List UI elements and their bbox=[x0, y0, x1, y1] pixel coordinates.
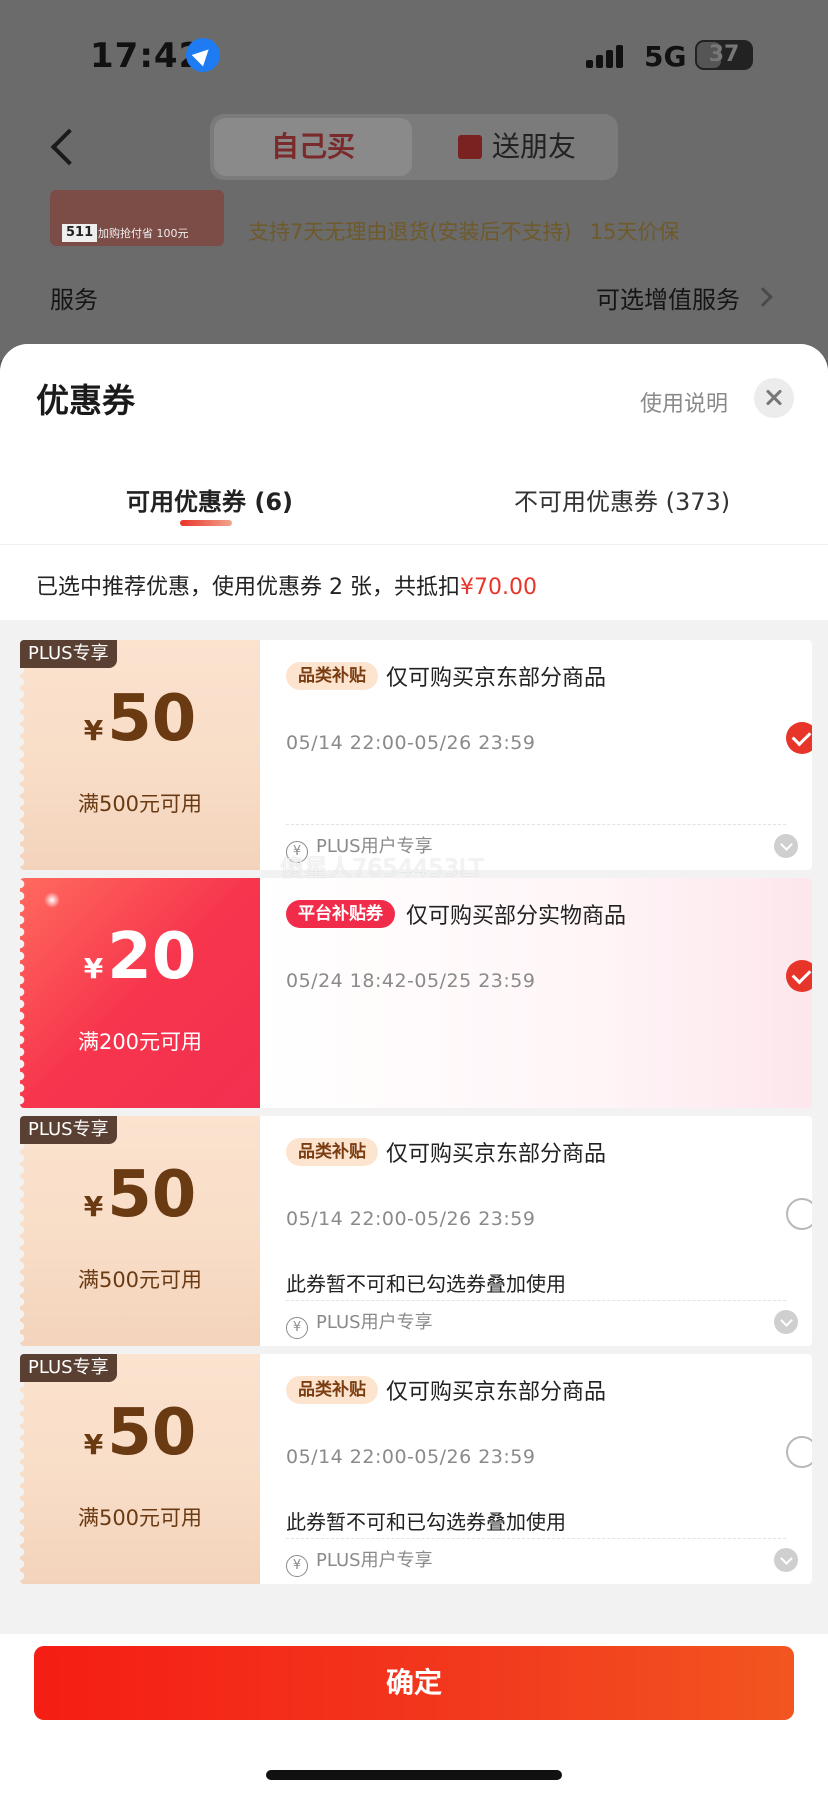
coupon-description: 仅可购买京东部分商品 bbox=[386, 1142, 607, 1167]
close-icon[interactable] bbox=[754, 378, 794, 418]
category-subsidy-tag: 品类补贴 bbox=[286, 1138, 378, 1166]
plus-user-note: ¥ PLUS用户专享 bbox=[286, 1546, 433, 1577]
coupon-threshold: 满500元可用 bbox=[77, 1268, 203, 1292]
coupon-value-panel: PLUS专享 ¥50 满500元可用 bbox=[20, 1116, 260, 1346]
coupon-threshold: 满200元可用 bbox=[77, 1030, 203, 1054]
coupon-threshold: 满500元可用 bbox=[77, 792, 203, 816]
tab-send-to-friend-label: 送朋友 bbox=[491, 130, 576, 163]
coupon-card[interactable]: PLUS专享 ¥50 满500元可用 品类补贴 仅可购买京东部分商品 05/14… bbox=[20, 1354, 812, 1584]
coupon-sheet: 优惠券 使用说明 可用优惠券 (6) 不可用优惠券 (373) 已选中推荐优惠，… bbox=[0, 344, 828, 1795]
coupon-amount: ¥50 bbox=[83, 682, 197, 756]
coupon-card[interactable]: PLUS专享 ¥50 满500元可用 品类补贴 仅可购买京东部分商品 05/14… bbox=[20, 640, 812, 870]
coupon-amount: ¥50 bbox=[83, 1396, 197, 1470]
platform-subsidy-tag: 平台补贴券 bbox=[286, 900, 395, 928]
coupon-value-panel: PLUS专享 ¥50 满500元可用 bbox=[20, 1354, 260, 1584]
tab-available-coupons[interactable]: 可用优惠券 (6) bbox=[126, 482, 293, 517]
coupon-validity: 05/14 22:00-05/26 23:59 bbox=[286, 1208, 536, 1230]
battery-level: 37 bbox=[708, 42, 740, 67]
coupon-detail-panel: 平台补贴券 仅可购买部分实物商品 05/24 18:42-05/25 23:59 bbox=[260, 878, 812, 1108]
checkbox-unchecked-icon[interactable] bbox=[786, 1198, 812, 1230]
divider bbox=[286, 1300, 786, 1301]
sheet-header: 优惠券 使用说明 可用优惠券 (6) 不可用优惠券 (373) bbox=[0, 344, 828, 544]
return-policy-text: 支持7天无理由退货(安装后不支持) 15天价保 bbox=[248, 220, 680, 244]
service-label: 服务 bbox=[50, 286, 98, 314]
coupon-description: 仅可购买部分实物商品 bbox=[406, 904, 627, 929]
service-row[interactable]: 服务 可选增值服务 bbox=[0, 268, 828, 338]
service-value: 可选增值服务 bbox=[596, 286, 740, 314]
yen-circle-icon: ¥ bbox=[286, 1317, 308, 1339]
promo-row: 511 加购抢付省 100元 支持7天无理由退货(安装后不支持) 15天价保 bbox=[0, 188, 828, 268]
active-tab-indicator bbox=[180, 520, 232, 526]
nav-bar: 自己买 送朋友 bbox=[0, 108, 828, 188]
chevron-right-icon bbox=[753, 287, 773, 307]
divider bbox=[286, 824, 786, 825]
purchase-mode-switch: 自己买 送朋友 bbox=[210, 114, 618, 180]
bottom-bar: 确定 bbox=[0, 1634, 828, 1795]
yen-circle-icon: ¥ bbox=[286, 1555, 308, 1577]
coupon-card[interactable]: PLUS专享 ¥50 满500元可用 品类补贴 仅可购买京东部分商品 05/14… bbox=[20, 1116, 812, 1346]
checkbox-checked-icon[interactable] bbox=[786, 722, 812, 754]
selection-summary: 已选中推荐优惠，使用优惠券 2 张，共抵扣¥70.00 bbox=[0, 544, 828, 620]
yen-circle-icon: ¥ bbox=[286, 841, 308, 863]
promo-tag: 511 bbox=[62, 224, 98, 242]
plus-user-note: ¥ PLUS用户专享 bbox=[286, 832, 433, 863]
signal-icon bbox=[586, 42, 632, 68]
coupon-detail-panel: 品类补贴 仅可购买京东部分商品 05/14 22:00-05/26 23:59 … bbox=[260, 1354, 812, 1584]
coupon-validity: 05/14 22:00-05/26 23:59 bbox=[286, 732, 536, 754]
sheet-title: 优惠券 bbox=[36, 381, 135, 420]
chevron-down-icon[interactable] bbox=[774, 834, 798, 858]
plus-user-note: ¥ PLUS用户专享 bbox=[286, 1308, 433, 1339]
stacking-restriction-note: 此券暂不可和已勾选券叠加使用 bbox=[286, 1510, 566, 1534]
chevron-down-icon[interactable] bbox=[774, 1310, 798, 1334]
coupon-amount: ¥50 bbox=[83, 1158, 197, 1232]
divider bbox=[286, 1538, 786, 1539]
category-subsidy-tag: 品类补贴 bbox=[286, 662, 378, 690]
tab-buy-for-self[interactable]: 自己买 bbox=[214, 118, 412, 176]
chevron-down-icon[interactable] bbox=[774, 1548, 798, 1572]
coupon-description: 仅可购买京东部分商品 bbox=[386, 1380, 607, 1405]
summary-amount: ¥70.00 bbox=[460, 575, 537, 600]
plus-exclusive-badge: PLUS专享 bbox=[20, 1116, 117, 1144]
coupon-detail-panel: 品类补贴 仅可购买京东部分商品 05/14 22:00-05/26 23:59 … bbox=[260, 640, 812, 870]
confirm-button[interactable]: 确定 bbox=[34, 1646, 794, 1720]
checkbox-unchecked-icon[interactable] bbox=[786, 1436, 812, 1468]
location-arrow-icon bbox=[186, 38, 220, 72]
plus-exclusive-badge: PLUS专享 bbox=[20, 640, 117, 668]
coupon-threshold: 满500元可用 bbox=[77, 1506, 203, 1530]
battery-icon: 37 bbox=[695, 40, 753, 70]
summary-text: 已选中推荐优惠，使用优惠券 2 张，共抵扣¥70.00 bbox=[36, 575, 537, 600]
coupon-description: 仅可购买京东部分商品 bbox=[386, 666, 607, 691]
back-chevron-icon[interactable] bbox=[46, 128, 76, 164]
status-bar: 17:42 5G 37 bbox=[0, 0, 828, 110]
promo-caption: 加购抢付省 100元 bbox=[98, 227, 189, 240]
checkbox-checked-icon[interactable] bbox=[786, 960, 812, 992]
coupon-validity: 05/24 18:42-05/25 23:59 bbox=[286, 970, 536, 992]
coupon-amount: ¥20 bbox=[83, 920, 197, 994]
coupon-detail-panel: 品类补贴 仅可购买京东部分商品 05/14 22:00-05/26 23:59 … bbox=[260, 1116, 812, 1346]
coupon-value-panel: ¥20 满200元可用 bbox=[20, 878, 260, 1108]
tab-unavailable-coupons[interactable]: 不可用优惠券 (373) bbox=[514, 482, 730, 517]
network-type: 5G bbox=[644, 40, 687, 73]
usage-instructions-link[interactable]: 使用说明 bbox=[640, 386, 728, 418]
tab-send-to-friend[interactable]: 送朋友 bbox=[420, 118, 614, 176]
category-subsidy-tag: 品类补贴 bbox=[286, 1376, 378, 1404]
coupon-validity: 05/14 22:00-05/26 23:59 bbox=[286, 1446, 536, 1468]
plus-exclusive-badge: PLUS专享 bbox=[20, 1354, 117, 1382]
coupon-card[interactable]: ¥20 满200元可用 平台补贴券 仅可购买部分实物商品 05/24 18:42… bbox=[20, 878, 812, 1108]
coupon-value-panel: PLUS专享 ¥50 满500元可用 bbox=[20, 640, 260, 870]
stacking-restriction-note: 此券暂不可和已勾选券叠加使用 bbox=[286, 1272, 566, 1296]
gift-icon bbox=[457, 135, 482, 159]
promo-image: 511 加购抢付省 100元 bbox=[50, 190, 224, 246]
home-indicator bbox=[266, 1770, 562, 1780]
